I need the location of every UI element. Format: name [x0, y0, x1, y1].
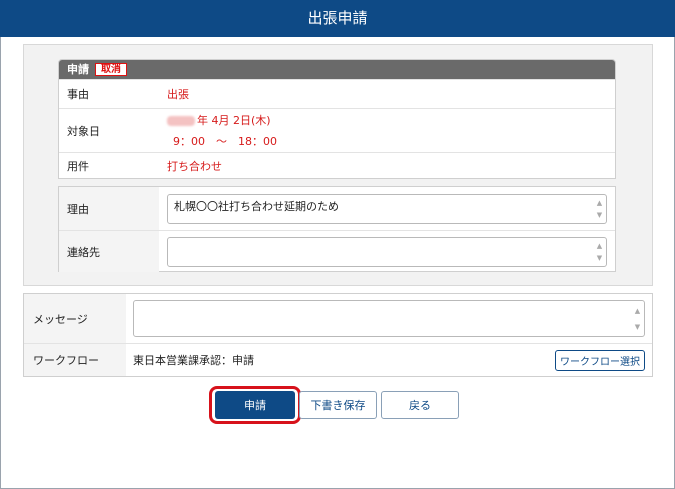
reason-text: 札幌〇〇社打ち合わせ延期のため	[174, 199, 339, 213]
row-target-date: 対象日 年 4月 2日(木) 9：00 ～ 18：00	[59, 108, 615, 152]
contact-label: 連絡先	[59, 231, 159, 272]
cancel-badge: 取消	[95, 63, 127, 76]
reason-row: 理由 札幌〇〇社打ち合わせ延期のため ▲ ▼	[59, 187, 615, 230]
row-label: 事由	[67, 88, 89, 101]
target-time-text: 9：00 ～ 18：00	[173, 135, 277, 148]
message-label: メッセージ	[24, 294, 126, 343]
workflow-value: 東日本営業課承認：申請	[133, 354, 254, 367]
scrollbar[interactable]: ▲ ▼	[595, 197, 604, 221]
row-value: 打ち合わせ	[167, 160, 222, 173]
message-row: メッセージ ▲ ▼	[24, 294, 652, 343]
scrollbar[interactable]: ▲ ▼	[595, 240, 604, 264]
row-value: 出張	[167, 88, 189, 101]
reason-label: 理由	[59, 187, 159, 230]
message-textarea[interactable]: ▲ ▼	[133, 300, 645, 337]
row-label: 用件	[67, 160, 89, 173]
row-label: 対象日	[67, 124, 100, 138]
application-header-label: 申請	[67, 63, 89, 76]
reason-contact-form: 理由 札幌〇〇社打ち合わせ延期のため ▲ ▼ 連絡先 ▲ ▼	[58, 186, 616, 272]
row-purpose: 用件 打ち合わせ	[59, 152, 615, 178]
contact-row: 連絡先 ▲ ▼	[59, 230, 615, 272]
redacted-year	[167, 116, 195, 126]
workflow-label: ワークフロー	[24, 344, 126, 376]
save-draft-button[interactable]: 下書き保存	[299, 391, 377, 419]
reason-textarea[interactable]: 札幌〇〇社打ち合わせ延期のため ▲ ▼	[167, 193, 607, 224]
application-card: 申請 取消 事由 出張 対象日 年 4月 2日(木) 9：00 ～ 18：00 …	[58, 59, 616, 179]
contact-textarea[interactable]: ▲ ▼	[167, 236, 607, 267]
scrollbar[interactable]: ▲ ▼	[633, 303, 642, 334]
submit-button[interactable]: 申請	[215, 391, 295, 419]
workflow-select-button[interactable]: ワークフロー選択	[555, 349, 645, 371]
row-value: 年 4月 2日(木) 9：00 ～ 18：00	[163, 109, 615, 152]
application-card-header: 申請 取消	[59, 60, 615, 79]
workflow-row: ワークフロー 東日本営業課承認：申請 ワークフロー選択	[24, 343, 652, 376]
back-button[interactable]: 戻る	[381, 391, 459, 419]
target-date-text: 年 4月 2日(木)	[197, 114, 271, 127]
row-reason-type: 事由 出張	[59, 79, 615, 108]
message-workflow-panel: メッセージ ▲ ▼ ワークフロー 東日本営業課承認：申請 ワークフロー選択	[23, 293, 653, 377]
page-title: 出張申請	[0, 0, 675, 37]
